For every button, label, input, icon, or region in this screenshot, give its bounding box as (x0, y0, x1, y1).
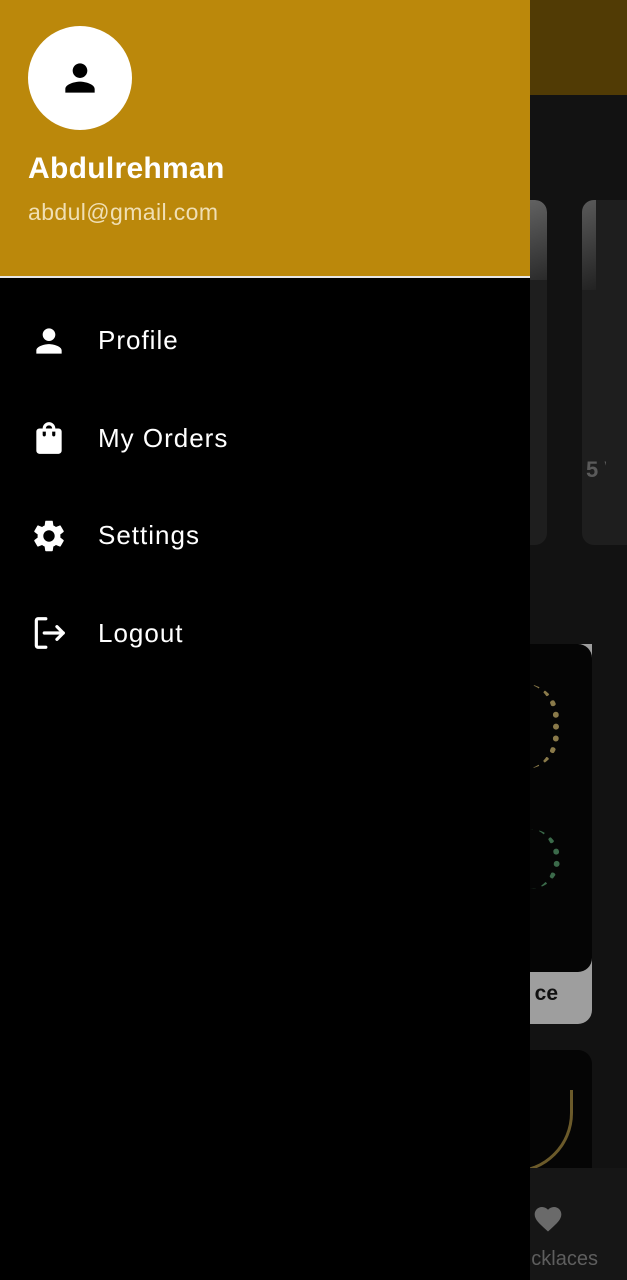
drawer-header: Abdulrehman abdul@gmail.com (0, 0, 530, 278)
menu-item-label: My Orders (98, 422, 229, 453)
menu-item-label: Logout (98, 617, 184, 648)
menu-item-my-orders[interactable]: My Orders (0, 390, 530, 488)
user-name: Abdulrehman (28, 152, 225, 185)
heart-icon (534, 1207, 562, 1232)
gear-icon (30, 517, 68, 555)
menu-item-profile[interactable]: Profile (0, 292, 530, 390)
user-email: abdul@gmail.com (28, 199, 219, 225)
navigation-drawer: Abdulrehman abdul@gmail.com Profile My O… (0, 0, 530, 1280)
menu-item-settings[interactable]: Settings (0, 487, 530, 585)
menu-item-label: Profile (98, 325, 179, 356)
background-card: 5 V (582, 200, 627, 545)
logout-icon (30, 614, 68, 652)
background-card-text: 5 V (586, 457, 606, 482)
menu-item-logout[interactable]: Logout (0, 585, 530, 683)
drawer-menu: Profile My Orders Settings Logout (0, 292, 530, 682)
person-icon (30, 322, 68, 360)
avatar[interactable] (28, 26, 132, 130)
person-icon (65, 63, 95, 93)
menu-item-label: Settings (98, 520, 200, 551)
shopping-bag-icon (30, 419, 68, 457)
